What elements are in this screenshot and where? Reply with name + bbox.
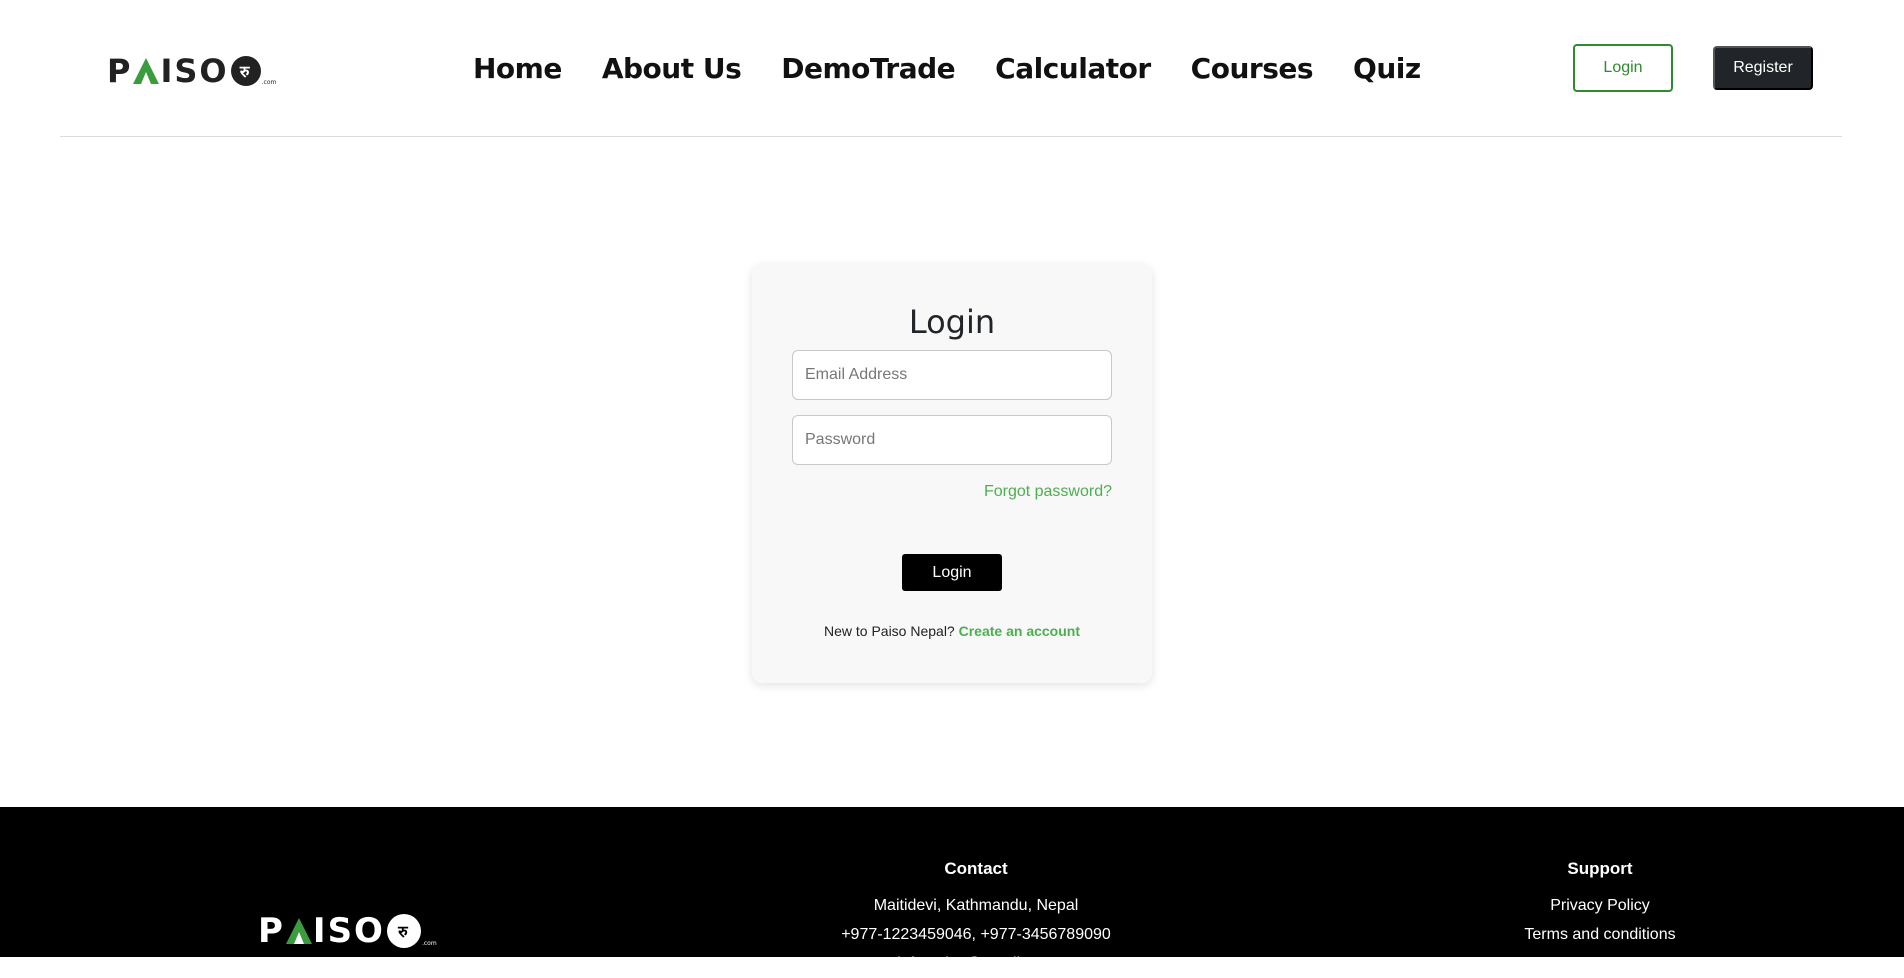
privacy-policy-link[interactable]: Privacy Policy xyxy=(1450,891,1750,920)
logo-rupee-coin-icon: रु xyxy=(230,56,261,86)
footer-logo-letters: ISO xyxy=(312,911,385,951)
nav-quiz[interactable]: Quiz xyxy=(1353,52,1421,85)
signup-prompt-text: New to Paiso Nepal? xyxy=(823,623,955,639)
forgot-password-link[interactable]: Forgot password? xyxy=(984,483,1112,501)
footer-logo[interactable]: P ISO रु .com xyxy=(258,911,437,951)
login-submit-button[interactable]: Login xyxy=(902,554,1002,591)
logo-suffix: .com xyxy=(261,79,277,86)
logo-letter-p: P xyxy=(107,52,133,90)
nav-courses[interactable]: Courses xyxy=(1191,52,1314,85)
logo-triangle-icon xyxy=(133,58,160,84)
header-logo[interactable]: P ISO रु .com xyxy=(107,52,276,90)
site-footer: P ISO रु .com Contact Maitidevi, Kathman… xyxy=(0,807,1904,972)
main-nav: Home About Us DemoTrade Calculator Cours… xyxy=(473,52,1421,85)
contact-email[interactable]: info.paiso@gmail.com xyxy=(826,949,1126,978)
contact-phones: +977-1223459046, +977-3456789090 xyxy=(841,926,1111,943)
email-input[interactable] xyxy=(792,350,1112,400)
footer-logo-triangle-icon xyxy=(285,918,312,944)
footer-logo-suffix: .com xyxy=(421,940,437,947)
footer-contact: Contact Maitidevi, Kathmandu, Nepal +977… xyxy=(826,859,1126,978)
site-header: P ISO रु .com Home About Us DemoTrade Ca… xyxy=(60,0,1842,137)
nav-demotrade[interactable]: DemoTrade xyxy=(781,52,955,85)
contact-address: Maitidevi, Kathmandu, Nepal xyxy=(873,897,1079,914)
create-account-link[interactable]: Create an account xyxy=(959,623,1080,639)
nav-home[interactable]: Home xyxy=(473,52,562,85)
nav-about-us[interactable]: About Us xyxy=(602,52,742,85)
footer-logo-rupee-coin-icon: रु xyxy=(386,914,421,948)
signup-prompt: New to Paiso Nepal? Create an account xyxy=(752,623,1152,639)
header-register-button[interactable]: Register xyxy=(1713,46,1813,90)
terms-link[interactable]: Terms and conditions xyxy=(1450,920,1750,949)
footer-logo-letter-p: P xyxy=(258,911,285,951)
support-heading: Support xyxy=(1567,859,1633,878)
header-login-button[interactable]: Login xyxy=(1573,44,1673,92)
login-title: Login xyxy=(908,303,996,341)
login-card: Login Forgot password? Login New to Pais… xyxy=(752,265,1152,683)
nav-calculator[interactable]: Calculator xyxy=(995,52,1151,85)
password-input[interactable] xyxy=(792,415,1112,465)
footer-support: Support Privacy Policy Terms and conditi… xyxy=(1450,859,1750,949)
logo-letters: ISO xyxy=(160,52,229,90)
contact-heading: Contact xyxy=(944,859,1008,878)
